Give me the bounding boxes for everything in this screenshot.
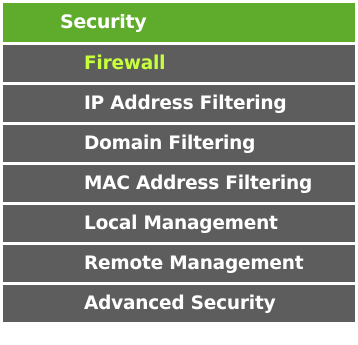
menu-item-domain-filtering[interactable]: Domain Filtering	[3, 125, 355, 162]
security-menu: Security Firewall IP Address Filtering D…	[3, 3, 355, 322]
menu-item-remote-management[interactable]: Remote Management	[3, 245, 355, 282]
menu-item-local-management[interactable]: Local Management	[3, 205, 355, 242]
menu-item-firewall[interactable]: Firewall	[3, 45, 355, 82]
menu-item-mac-address-filtering[interactable]: MAC Address Filtering	[3, 165, 355, 202]
menu-section-title[interactable]: Security	[3, 3, 355, 42]
menu-item-advanced-security[interactable]: Advanced Security	[3, 285, 355, 322]
menu-item-ip-address-filtering[interactable]: IP Address Filtering	[3, 85, 355, 122]
